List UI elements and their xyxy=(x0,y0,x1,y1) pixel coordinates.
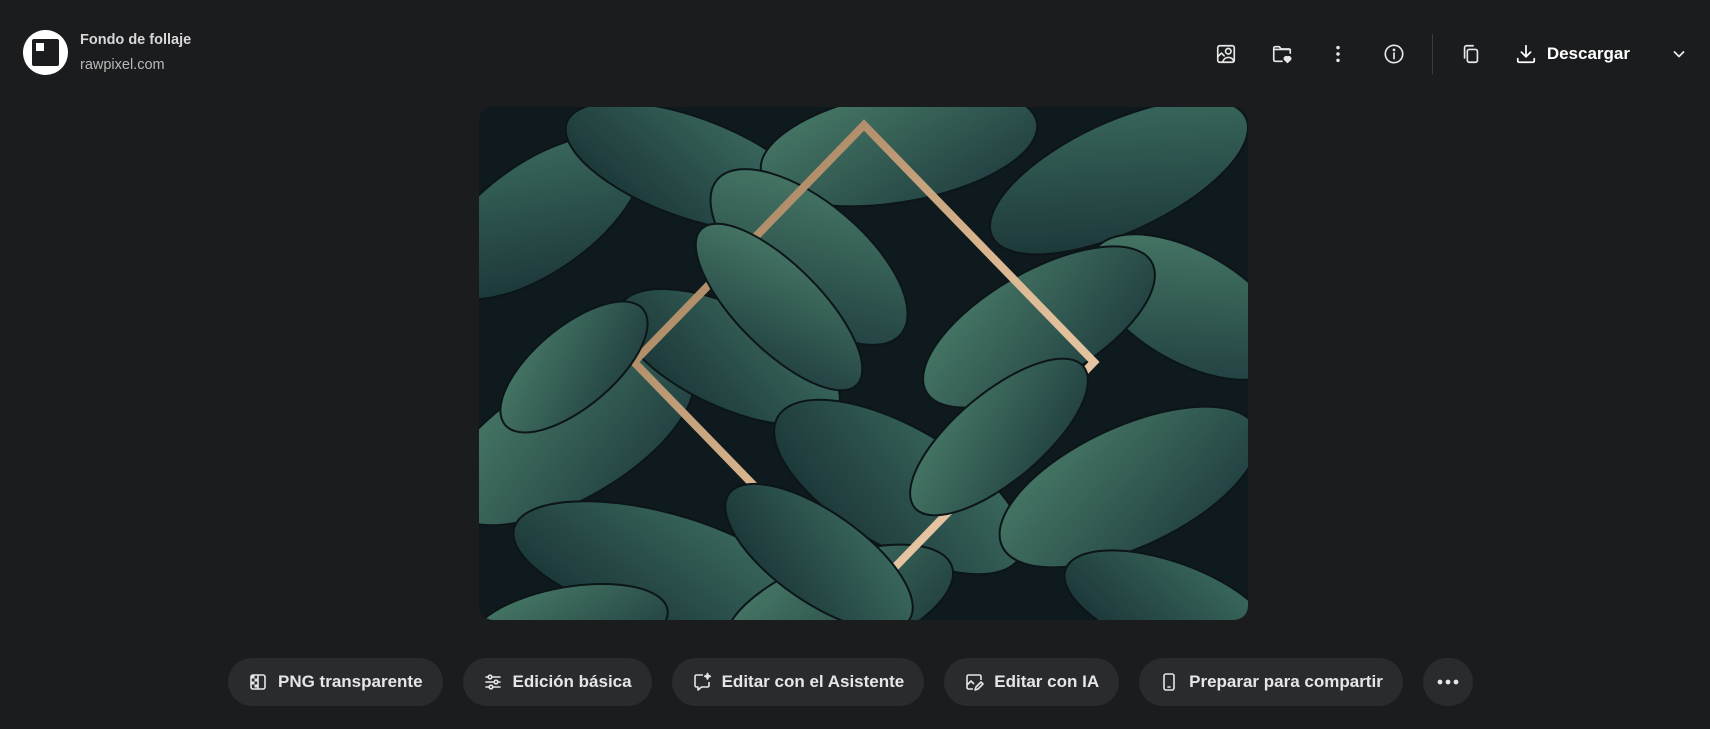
prepare-to-share-label: Preparar para compartir xyxy=(1189,672,1383,691)
more-options-button[interactable] xyxy=(1310,30,1366,78)
user-image-button[interactable] xyxy=(1198,30,1254,78)
brand[interactable]: Fondo de follaje rawpixel.com xyxy=(23,30,191,75)
more-vertical-icon xyxy=(1336,45,1340,63)
download-icon xyxy=(1516,44,1535,64)
png-transparent-label: PNG transparente xyxy=(278,672,423,691)
top-bar: Fondo de follaje rawpixel.com Descargar xyxy=(0,0,1710,100)
rawpixel-logo-avatar[interactable] xyxy=(23,30,68,75)
chevron-down-icon xyxy=(1673,51,1685,58)
action-bar: PNG transparente Edición básica Editar c… xyxy=(228,658,1473,706)
basic-edit-label: Edición básica xyxy=(512,672,632,691)
download-button[interactable]: Descargar xyxy=(1499,30,1648,78)
toolbar-divider xyxy=(1431,34,1433,74)
user-image-icon xyxy=(1216,44,1235,64)
edit-with-ai-button[interactable]: Editar con IA xyxy=(944,658,1120,706)
png-transparent-button[interactable]: PNG transparente xyxy=(228,658,443,706)
edit-with-assistant-button[interactable]: Editar con el Asistente xyxy=(671,658,925,706)
image-title: Fondo de follaje xyxy=(80,31,192,48)
prepare-to-share-button[interactable]: Preparar para compartir xyxy=(1139,658,1403,706)
toolbar: Descargar xyxy=(1198,30,1710,78)
chat-sparkle-icon xyxy=(693,672,711,691)
edit-with-assistant-label: Editar con el Asistente xyxy=(721,672,905,691)
foliage-artwork xyxy=(479,107,1248,620)
edit-with-ai-label: Editar con IA xyxy=(994,672,1100,691)
info-icon xyxy=(1384,44,1404,64)
info-button[interactable] xyxy=(1366,30,1422,78)
image-edit-icon xyxy=(966,674,985,691)
phone-icon xyxy=(1163,673,1175,691)
preview-image[interactable] xyxy=(479,107,1248,620)
basic-edit-button[interactable]: Edición básica xyxy=(462,658,652,706)
copy-button[interactable] xyxy=(1443,30,1499,78)
source-link[interactable]: rawpixel.com xyxy=(80,58,191,73)
folder-heart-icon xyxy=(1272,45,1292,64)
save-to-folder-button[interactable] xyxy=(1254,30,1310,78)
transparent-png-icon xyxy=(250,674,266,690)
sliders-icon xyxy=(484,674,501,690)
download-label: Descargar xyxy=(1546,44,1630,63)
more-actions-button[interactable] xyxy=(1422,658,1473,706)
download-options-button[interactable] xyxy=(1648,30,1710,78)
more-horizontal-icon xyxy=(1437,679,1459,685)
copy-icon xyxy=(1463,44,1479,64)
